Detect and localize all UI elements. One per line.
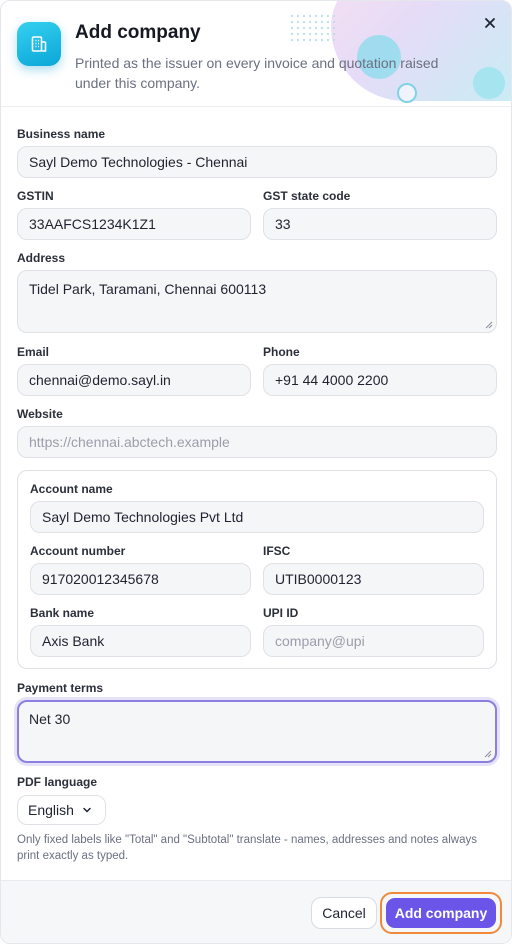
resize-handle-icon[interactable] [485, 321, 493, 329]
chevron-down-icon [83, 807, 91, 813]
dialog-title: Add company [75, 22, 201, 43]
bank-name-label: Bank name [30, 606, 95, 620]
bubble-decoration [473, 67, 505, 99]
address-label: Address [17, 251, 66, 265]
gst-state-code-label: GST state code [263, 189, 351, 203]
business-name-label: Business name [17, 127, 106, 141]
dialog-header: Add company Printed as the issuer on eve… [1, 1, 511, 107]
resize-handle-icon[interactable] [484, 750, 492, 758]
pdf-language-label: PDF language [17, 775, 98, 789]
pdf-language-select[interactable]: English [17, 795, 106, 825]
close-button[interactable] [479, 12, 501, 34]
ifsc-label: IFSC [263, 544, 291, 558]
account-number-input[interactable]: 917020012345678 [30, 563, 251, 595]
phone-label: Phone [263, 345, 300, 359]
business-name-input[interactable]: Sayl Demo Technologies - Chennai [17, 146, 497, 178]
website-label: Website [17, 407, 63, 421]
pdf-language-hint: Only fixed labels like "Total" and "Subt… [17, 834, 477, 862]
email-label: Email [17, 345, 50, 359]
payment-terms-textarea[interactable]: Net 30 [17, 700, 497, 763]
email-input[interactable]: chennai@demo.sayl.in [17, 364, 251, 396]
add-company-button[interactable]: Add company [386, 898, 496, 928]
address-textarea[interactable]: Tidel Park, Taramani, Chennai 600113 [17, 270, 497, 333]
close-icon [485, 18, 495, 28]
cancel-button[interactable]: Cancel [311, 897, 377, 929]
dialog-subtitle: Printed as the issuer on every invoice a… [75, 55, 439, 91]
address-value: Tidel Park, Taramani, Chennai 600113 [29, 281, 267, 297]
upi-id-label: UPI ID [263, 606, 299, 620]
account-name-label: Account name [30, 482, 113, 496]
ifsc-input[interactable]: UTIB0000123 [263, 563, 484, 595]
pdf-language-value: English [28, 802, 74, 818]
payment-terms-label: Payment terms [17, 681, 104, 695]
payment-terms-value: Net 30 [29, 711, 71, 727]
building-icon [17, 22, 61, 66]
upi-id-input[interactable]: company@upi [263, 625, 484, 657]
add-company-dialog: Add company Printed as the issuer on eve… [0, 0, 512, 944]
gstin-input[interactable]: 33AAFCS1234K1Z1 [17, 208, 251, 240]
account-number-label: Account number [30, 544, 126, 558]
account-name-input[interactable]: Sayl Demo Technologies Pvt Ltd [30, 501, 484, 533]
phone-input[interactable]: +91 44 4000 2200 [263, 364, 497, 396]
bank-name-input[interactable]: Axis Bank [30, 625, 251, 657]
gstin-label: GSTIN [17, 189, 54, 203]
website-input[interactable]: https://chennai.abctech.example [17, 426, 497, 458]
dot-grid-decoration [289, 13, 337, 45]
gst-state-code-input[interactable]: 33 [263, 208, 497, 240]
